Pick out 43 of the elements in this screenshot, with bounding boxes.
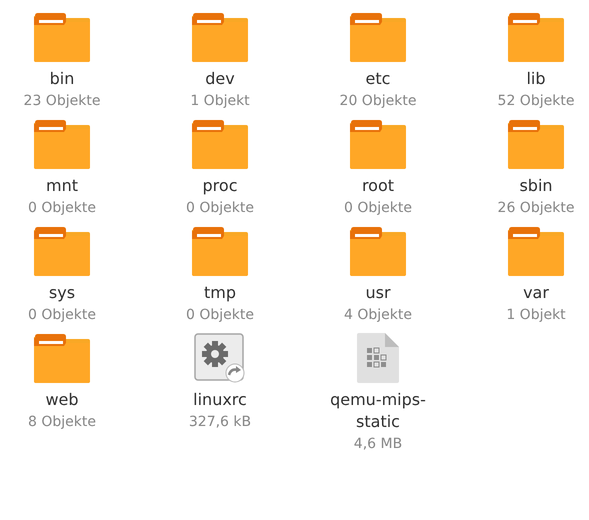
file-name[interactable]: mnt [46,175,78,197]
file-name[interactable]: var [523,282,549,304]
file-info: 327,6 kB [188,413,252,432]
file-info: 20 Objekte [340,92,416,111]
folder-icon[interactable] [349,226,407,276]
folder-icon[interactable] [33,12,91,62]
folder-icon[interactable] [349,12,407,62]
folder-icon[interactable] [349,119,407,169]
file-info: 26 Objekte [498,199,574,218]
file-name[interactable]: proc [202,175,238,197]
folder-icon[interactable] [507,12,565,62]
folder-icon[interactable] [33,226,91,276]
file-name[interactable]: root [362,175,394,197]
file-info: 8 Objekte [28,413,96,432]
file-name[interactable]: qemu-mips-static [324,389,432,433]
file-name[interactable]: usr [365,282,391,304]
folder-icon[interactable] [33,119,91,169]
file-name[interactable]: tmp [204,282,236,304]
file-info: 0 Objekte [28,199,96,218]
folder-icon[interactable] [507,226,565,276]
file-info: 4,6 MB [354,435,402,454]
file-name[interactable]: web [45,389,79,411]
file-name[interactable]: sys [48,282,76,304]
file-info: 0 Objekte [186,199,254,218]
file-name[interactable]: sbin [519,175,553,197]
folder-icon[interactable] [191,226,249,276]
file-info: 1 Objekt [506,306,566,325]
folder-icon[interactable] [191,12,249,62]
file-info: 0 Objekte [186,306,254,325]
file-name[interactable]: linuxrc [193,389,247,411]
file-info: 0 Objekte [28,306,96,325]
file-info: 0 Objekte [344,199,412,218]
file-info: 4 Objekte [344,306,412,325]
file-info: 52 Objekte [498,92,574,111]
folder-icon[interactable] [191,119,249,169]
file-name[interactable]: dev [205,68,235,90]
file-info: 1 Objekt [190,92,250,111]
file-info: 23 Objekte [24,92,100,111]
folder-icon[interactable] [507,119,565,169]
file-name[interactable]: etc [366,68,390,90]
file-name[interactable]: lib [526,68,546,90]
file-name[interactable]: bin [50,68,74,90]
folder-icon[interactable] [33,333,91,383]
